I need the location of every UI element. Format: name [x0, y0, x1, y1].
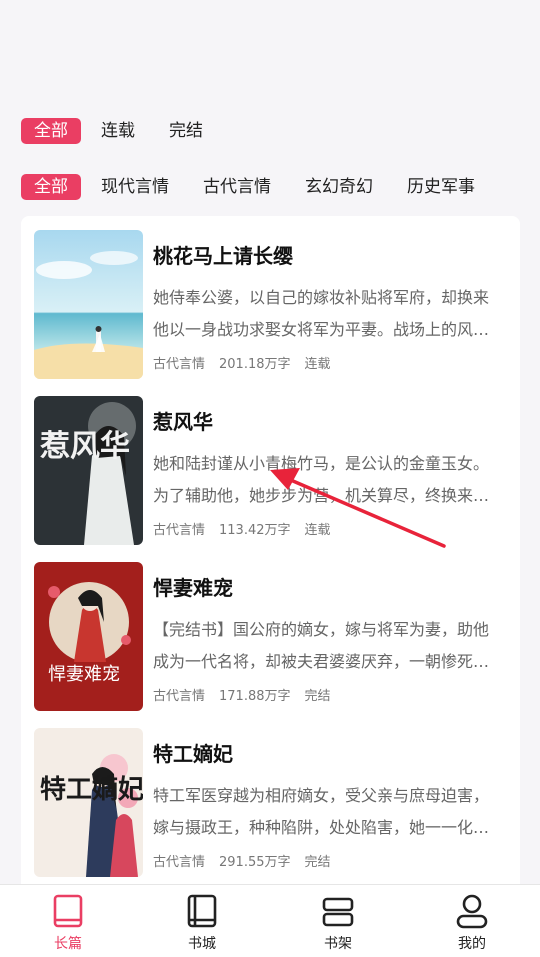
book-title[interactable]: 悍妻难宠: [153, 572, 233, 601]
tab-label: 我的: [458, 936, 486, 952]
book-word-count: 291.55万字: [219, 855, 291, 870]
filter-genre-modern-romance[interactable]: 现代言情: [101, 174, 169, 200]
book-meta: 古代言情 113.42万字 连载: [153, 519, 345, 538]
book-cover-title: 悍妻难宠: [48, 664, 120, 685]
book-meta: 古代言情 201.18万字 连载: [153, 353, 345, 372]
book-item[interactable]: 桃花马上请长缨 她侍奉公婆，以自己的嫁妆补贴将军府，却换来他以一身战功求娶女将军…: [34, 230, 504, 382]
book-word-count: 201.18万字: [219, 357, 291, 372]
book-cover-title: 惹风华: [40, 429, 130, 464]
book-status: 完结: [304, 855, 331, 870]
book-title[interactable]: 惹风华: [153, 406, 213, 435]
book-item[interactable]: 特工嫡妃 特工嫡妃 特工军医穿越为相府嫡女，受父亲与庶母迫害，嫁与摄政王，种种陷…: [34, 728, 504, 880]
book-cover[interactable]: 特工嫡妃: [34, 728, 143, 877]
tab-label: 书架: [324, 936, 352, 952]
tab-bookstore[interactable]: 书城: [152, 885, 252, 957]
book-cover-title: 特工嫡妃: [40, 774, 143, 805]
book-genre: 古代言情: [153, 689, 206, 704]
book-title[interactable]: 桃花马上请长缨: [153, 240, 293, 269]
book-description: 她侍奉公婆，以自己的嫁妆补贴将军府，却换来他以一身战功求娶女将军为平妻。战场上的…: [153, 288, 490, 339]
book-genre: 古代言情: [153, 357, 206, 372]
book-item[interactable]: 惹风华 惹风华 她和陆封谨从小青梅竹马，是公认的金童玉女。为了辅助他，她步步为营…: [34, 396, 504, 548]
tab-label: 书城: [188, 936, 216, 952]
genre-filter-row: 全部 现代言情 古代言情 玄幻奇幻 历史军事: [21, 174, 509, 200]
book-meta: 古代言情 291.55万字 完结: [153, 851, 345, 870]
tab-long-novels[interactable]: 长篇: [18, 885, 118, 957]
book-status: 完结: [304, 689, 331, 704]
filter-status-completed[interactable]: 完结: [169, 118, 203, 144]
book-icon: [53, 894, 83, 928]
book-title[interactable]: 特工嫡妃: [153, 738, 233, 767]
book-status: 连载: [304, 523, 331, 538]
book-genre: 古代言情: [153, 523, 206, 538]
status-filter-row: 全部 连载 完结: [21, 118, 237, 144]
book-cover[interactable]: 悍妻难宠: [34, 562, 143, 711]
book-description: 【完结书】国公府的嫡女，嫁与将军为妻，助他成为一代名将，却被夫君婆婆厌弃，一朝惨…: [153, 620, 490, 671]
filter-genre-fantasy[interactable]: 玄幻奇幻: [305, 174, 373, 200]
book-description: 特工军医穿越为相府嫡女，受父亲与庶母迫害，嫁与摄政王，种种陷阱，处处陷害，她一一…: [153, 786, 490, 837]
bookstore-icon: [187, 894, 217, 928]
book-cover[interactable]: 惹风华: [34, 396, 143, 545]
filter-genre-history-military[interactable]: 历史军事: [407, 174, 475, 200]
book-genre: 古代言情: [153, 855, 206, 870]
filter-status-serializing[interactable]: 连载: [101, 118, 135, 144]
book-word-count: 171.88万字: [219, 689, 291, 704]
filter-genre-ancient-romance[interactable]: 古代言情: [203, 174, 271, 200]
filter-status-all[interactable]: 全部: [21, 118, 81, 144]
book-cover[interactable]: [34, 230, 143, 379]
tab-mine[interactable]: 我的: [422, 885, 522, 957]
book-list: 桃花马上请长缨 她侍奉公婆，以自己的嫁妆补贴将军府，却换来他以一身战功求娶女将军…: [21, 216, 520, 896]
book-word-count: 113.42万字: [219, 523, 291, 538]
book-status: 连载: [304, 357, 331, 372]
book-description: 她和陆封谨从小青梅竹马，是公认的金童玉女。为了辅助他，她步步为营，机关算尽，终换…: [153, 454, 490, 505]
tab-bookshelf[interactable]: 书架: [288, 885, 388, 957]
book-item[interactable]: 悍妻难宠 悍妻难宠 【完结书】国公府的嫡女，嫁与将军为妻，助他成为一代名将，却被…: [34, 562, 504, 714]
user-icon: [456, 894, 488, 929]
tab-label: 长篇: [54, 936, 82, 952]
book-meta: 古代言情 171.88万字 完结: [153, 685, 345, 704]
bookshelf-icon: [322, 897, 354, 927]
filter-genre-all[interactable]: 全部: [21, 174, 81, 200]
bottom-tab-bar: 长篇 书城 书架 我的: [0, 884, 540, 957]
